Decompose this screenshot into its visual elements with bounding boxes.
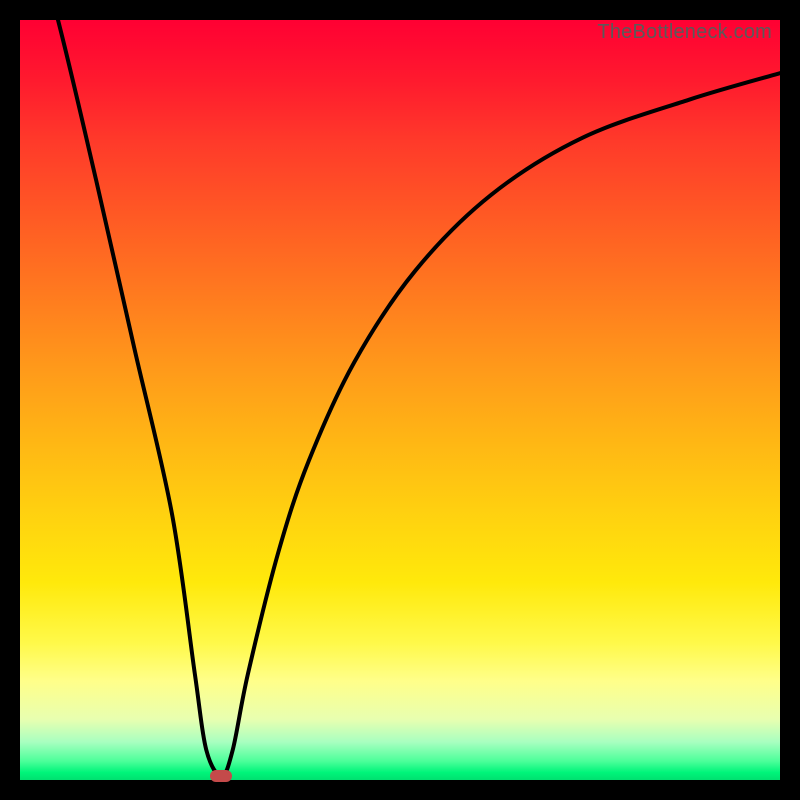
chart-frame: TheBottleneck.com (0, 0, 800, 800)
plot-area: TheBottleneck.com (20, 20, 780, 780)
bottleneck-curve (20, 20, 780, 780)
minimum-marker (210, 770, 232, 782)
